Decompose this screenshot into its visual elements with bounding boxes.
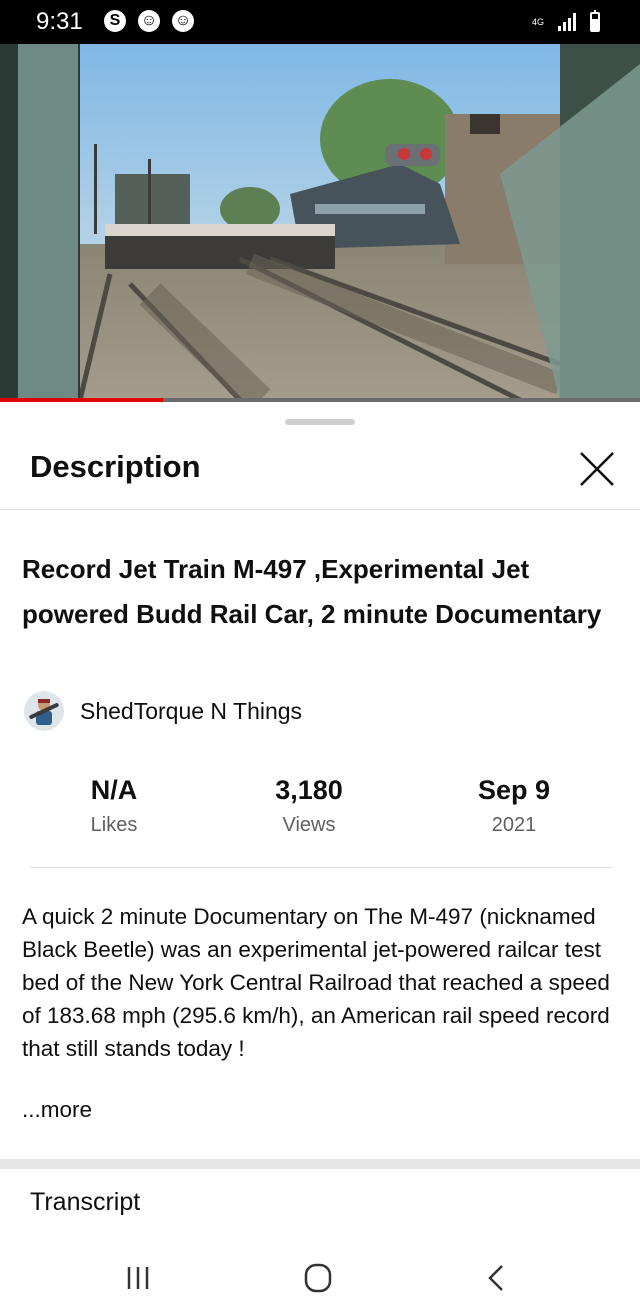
system-nav-bar xyxy=(0,1240,640,1316)
year-label: 2021 xyxy=(491,814,537,836)
section-separator xyxy=(0,1159,640,1169)
views-label: Views xyxy=(282,814,336,836)
stats-divider xyxy=(30,867,612,868)
views-value: 3,180 xyxy=(275,775,343,805)
video-player[interactable] xyxy=(0,44,640,400)
status-bar: 9:31 S ☺ ☺ 4G xyxy=(0,0,640,44)
description-text: A quick 2 minute Documentary on The M-49… xyxy=(22,904,610,1061)
signal-icon xyxy=(558,13,576,31)
likes-stat: N/A Likes xyxy=(24,775,204,837)
notification-app-icon: S xyxy=(104,10,126,32)
close-icon xyxy=(580,452,614,486)
recent-apps-icon xyxy=(127,1267,149,1289)
channel-name[interactable]: ShedTorque N Things xyxy=(80,698,302,725)
description-panel: Description Record Jet Train M-497 ,Expe… xyxy=(0,403,640,1163)
video-title: Record Jet Train M-497 ,Experimental Jet… xyxy=(22,554,602,629)
likes-value: N/A xyxy=(90,775,138,805)
smiley-icon: ☺ xyxy=(138,10,160,32)
avatar-image xyxy=(24,691,64,731)
home-icon xyxy=(304,1263,332,1293)
channel-row[interactable]: ShedTorque N Things xyxy=(24,691,302,731)
recent-apps-button[interactable] xyxy=(108,1258,168,1298)
likes-label: Likes xyxy=(90,814,138,836)
date-value: Sep 9 xyxy=(477,775,551,805)
back-icon xyxy=(488,1265,503,1291)
views-stat: 3,180 Views xyxy=(219,775,399,837)
home-button[interactable] xyxy=(288,1258,348,1298)
back-button[interactable] xyxy=(466,1258,526,1298)
more-link[interactable]: ...more xyxy=(22,1097,92,1123)
panel-title: Description xyxy=(30,449,201,484)
video-frame-image xyxy=(0,44,640,400)
drag-handle[interactable] xyxy=(285,419,355,425)
video-progress-bar[interactable] xyxy=(0,398,640,402)
smiley-icon: ☺ xyxy=(172,10,194,32)
header-divider xyxy=(0,509,640,510)
video-progress-fill xyxy=(0,398,164,402)
close-button[interactable] xyxy=(575,447,619,491)
battery-icon xyxy=(590,10,600,32)
network-type-label: 4G xyxy=(531,16,544,27)
transcript-button[interactable]: Transcript xyxy=(30,1188,140,1217)
status-time: 9:31 xyxy=(36,8,83,35)
date-stat: Sep 9 2021 xyxy=(424,775,604,837)
status-indicators: 4G xyxy=(532,10,600,34)
channel-avatar[interactable] xyxy=(24,691,64,731)
